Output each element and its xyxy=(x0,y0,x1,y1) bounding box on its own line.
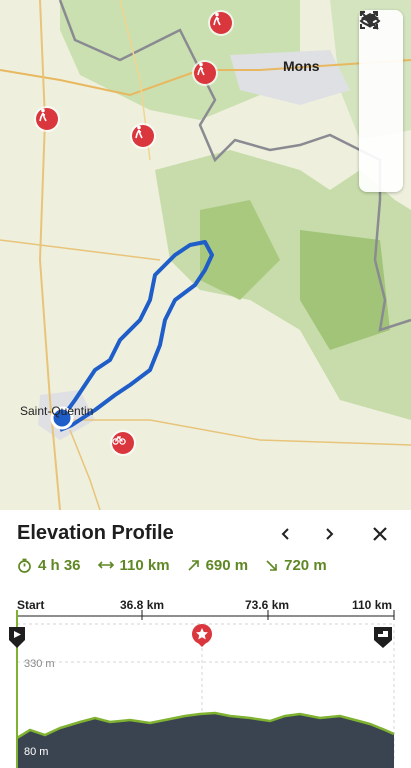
hiker-icon xyxy=(197,62,205,76)
hiking-poi-marker[interactable] xyxy=(194,62,216,84)
hiker-icon xyxy=(135,125,143,139)
start-marker[interactable] xyxy=(9,627,25,648)
hide-icon xyxy=(359,12,381,30)
hiker-icon xyxy=(213,12,221,26)
place-label-mons: Mons xyxy=(283,58,320,74)
distance-value: 110 km xyxy=(119,556,170,574)
elevation-min-label: 80 m xyxy=(24,746,49,758)
descent-value: 720 m xyxy=(284,556,327,574)
route-stats: 4 h 36 110 km 690 m 720 m xyxy=(17,555,327,575)
place-label-saint-quentin: Saint-Quentin xyxy=(20,404,94,418)
road xyxy=(69,429,101,510)
distance-arrows-icon xyxy=(97,561,114,569)
map-view[interactable]: Mons Saint-Quentin xyxy=(0,0,411,510)
road xyxy=(0,239,161,261)
midpoint-marker[interactable] xyxy=(192,624,212,647)
ascent-arrow-icon xyxy=(188,559,199,571)
bicycle-icon xyxy=(112,435,126,445)
hiker-icon xyxy=(39,108,47,122)
focus-button[interactable] xyxy=(359,11,403,142)
hiking-poi-marker[interactable] xyxy=(36,108,58,130)
descent-stat: 720 m xyxy=(265,557,327,574)
next-button[interactable] xyxy=(315,520,343,548)
ascent-stat: 690 m xyxy=(187,556,249,574)
finish-marker[interactable] xyxy=(374,627,392,648)
panel-title: Elevation Profile xyxy=(17,522,174,544)
elevation-profile-panel: Elevation Profile 4 h 36 110 km 690 m 72… xyxy=(0,510,411,768)
close-button[interactable] xyxy=(366,520,394,548)
chevron-left-icon xyxy=(281,528,289,540)
previous-button[interactable] xyxy=(272,520,300,548)
map-toolbar xyxy=(359,10,403,192)
duration-stat: 4 h 36 xyxy=(17,557,81,574)
ascent-value: 690 m xyxy=(205,556,249,574)
distance-stat: 110 km xyxy=(97,556,170,574)
hide-button[interactable] xyxy=(359,12,403,192)
chevron-right-icon xyxy=(326,528,334,540)
close-icon xyxy=(373,527,387,541)
stopwatch-icon xyxy=(18,558,31,573)
hiking-poi-marker[interactable] xyxy=(210,12,232,34)
descent-arrow-icon xyxy=(266,559,277,571)
elevation-area xyxy=(17,713,394,768)
elevation-chart[interactable] xyxy=(0,610,411,768)
elevation-max-label: 330 m xyxy=(24,658,55,670)
duration-value: 4 h 36 xyxy=(38,556,81,574)
cycling-poi-marker[interactable] xyxy=(112,432,134,454)
hiking-poi-marker[interactable] xyxy=(132,125,154,147)
layers-button[interactable] xyxy=(359,13,403,98)
